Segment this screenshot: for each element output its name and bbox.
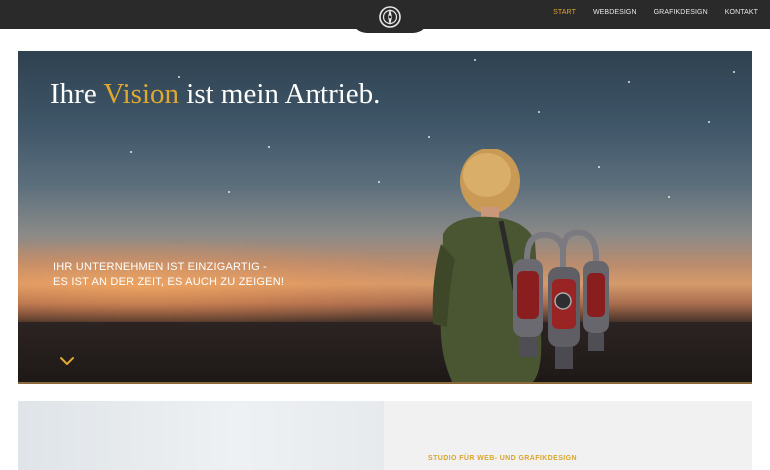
nav-item-grafikdesign[interactable]: GRAFIKDESIGN: [654, 9, 708, 16]
star: [268, 146, 270, 148]
logo-tab[interactable]: [351, 0, 429, 33]
headline-text-start: Ihre: [50, 78, 104, 110]
star: [474, 59, 476, 61]
hero-banner: Ihre Vision ist mein Antrieb. IHR UNTERN…: [18, 51, 752, 384]
studio-label: STUDIO FÜR WEB- UND GRAFIKDESIGN: [428, 455, 577, 462]
compass-logo-icon[interactable]: [378, 5, 402, 29]
section-text-panel: STUDIO FÜR WEB- UND GRAFIKDESIGN: [384, 401, 752, 470]
top-navigation-bar: START WEBDESIGN GRAFIKDESIGN KONTAKT: [0, 0, 770, 33]
nav-item-start[interactable]: START: [553, 9, 576, 16]
section-image-panel: [18, 401, 384, 470]
main-nav: START WEBDESIGN GRAFIKDESIGN KONTAKT: [553, 9, 758, 16]
headline-text-end: ist mein Antrieb.: [179, 78, 381, 110]
ground-field: [18, 322, 752, 384]
star: [733, 71, 735, 73]
nav-item-kontakt[interactable]: KONTAKT: [725, 9, 758, 16]
child-with-jetpack-illustration: [432, 149, 609, 384]
star: [378, 181, 380, 183]
nav-item-webdesign[interactable]: WEBDESIGN: [593, 9, 637, 16]
star: [628, 81, 630, 83]
hero-headline: Ihre Vision ist mein Antrieb.: [50, 78, 380, 111]
headline-accent-word: Vision: [103, 78, 180, 110]
star: [228, 191, 230, 193]
star: [708, 121, 710, 123]
hero-subline-line-2: ES IST AN DER ZEIT, ES AUCH ZU ZEIGEN!: [53, 276, 285, 288]
hero-subline-line-1: IHR UNTERNEHMEN IST EINZIGARTIG -: [53, 261, 267, 273]
star: [538, 111, 540, 113]
star: [668, 196, 670, 198]
star: [130, 151, 132, 153]
hero-bottom-divider: [18, 382, 752, 384]
star: [428, 136, 430, 138]
hero-subline: IHR UNTERNEHMEN IST EINZIGARTIG - ES IST…: [53, 260, 284, 290]
chevron-down-icon[interactable]: [59, 355, 75, 367]
